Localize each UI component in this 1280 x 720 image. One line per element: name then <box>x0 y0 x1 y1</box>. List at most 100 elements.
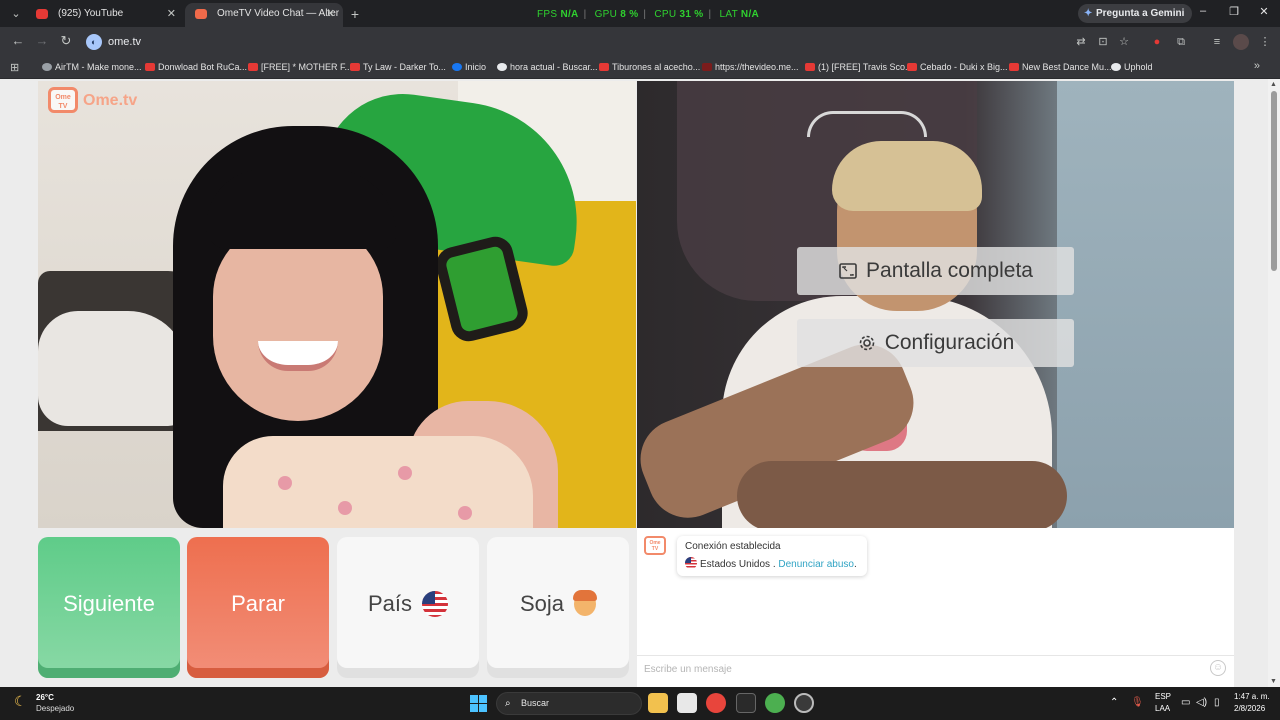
app-icon[interactable] <box>736 693 756 713</box>
performance-overlay: FPS N/A | GPU 8 % | CPU 31 % | LAT N/A <box>537 9 760 20</box>
bookmark-item[interactable]: Donwload Bot RuCa... <box>145 62 247 72</box>
youtube-icon <box>248 63 258 71</box>
show-hidden-icons-chevron-icon[interactable]: ⌃ <box>1110 697 1118 708</box>
bookmark-item[interactable]: Ty Law - Darker To... <box>350 62 446 72</box>
tv-logo-icon: Ome TV <box>48 87 78 113</box>
bookmark-item[interactable]: [FREE] * MOTHER F... <box>248 62 352 72</box>
search-icon: ⌕ <box>505 698 511 709</box>
bookmark-item[interactable]: Uphold <box>1111 62 1153 72</box>
cpu-label: CPU <box>654 9 677 20</box>
page-scrollbar[interactable]: ▲ ▼ <box>1268 79 1280 687</box>
bookmark-item[interactable]: Tiburones al acecho... <box>599 62 700 72</box>
gpu-label: GPU <box>594 9 618 20</box>
settings-label: Configuración <box>884 331 1015 354</box>
volume-icon[interactable]: ◁) <box>1196 697 1207 708</box>
message-input[interactable]: Escribe un mensaje <box>637 655 1234 687</box>
stop-button[interactable]: Parar <box>187 537 329 678</box>
bookmark-item[interactable]: AirTM - Make mone... <box>42 62 142 72</box>
country-label: País <box>367 590 413 616</box>
keyboard-layout[interactable]: LAA <box>1155 704 1170 713</box>
google-icon <box>497 63 507 71</box>
youtube-icon <box>805 63 815 71</box>
next-button[interactable]: Siguiente <box>38 537 180 678</box>
bookmarks-bar: ⊞ AirTM - Make mone... Donwload Bot RuCa… <box>0 57 1280 79</box>
settings-app-icon[interactable] <box>794 693 814 713</box>
us-flag-icon <box>685 557 697 569</box>
uphold-icon <box>1111 63 1121 71</box>
taskbar-search[interactable]: ⌕ Buscar <box>496 692 642 715</box>
youtube-icon <box>145 63 155 71</box>
close-tab-icon[interactable]: ✕ <box>326 3 335 25</box>
moon-weather-icon[interactable]: ☾ <box>14 693 27 710</box>
bookmark-item[interactable]: (1) [FREE] Travis Sco... <box>805 62 913 72</box>
scroll-down-icon[interactable]: ▼ <box>1270 678 1277 685</box>
gender-label: Soja <box>519 590 565 616</box>
forward-arrow-icon[interactable]: → <box>33 33 51 48</box>
scrollbar-thumb[interactable] <box>1271 91 1277 271</box>
media-queue-icon[interactable]: ≡ <box>1209 34 1225 50</box>
apps-grid-icon[interactable]: ⊞ <box>10 61 19 74</box>
bookmark-item[interactable]: Inicio <box>452 62 486 72</box>
bookmark-item[interactable]: Cebado - Duki x Big... <box>907 62 1008 72</box>
bookmark-favicon-icon <box>42 63 52 71</box>
translate-icon[interactable]: ⇄ <box>1073 34 1089 50</box>
tab-search-chevron-icon[interactable]: ⌄ <box>5 4 27 24</box>
file-explorer-icon[interactable] <box>648 693 668 713</box>
lat-label: LAT <box>719 9 738 20</box>
local-video-feed <box>38 81 636 528</box>
site-info-icon[interactable]: ◐ <box>86 34 102 50</box>
extension-icon[interactable]: ● <box>1149 34 1165 50</box>
extensions-puzzle-icon[interactable]: ⧉ <box>1173 34 1189 50</box>
tab-youtube[interactable]: (925) YouTube ✕ <box>26 3 184 27</box>
profile-avatar[interactable] <box>1233 34 1249 50</box>
tab-ometv[interactable]: OmeTV Video Chat — Alter ✕ <box>185 3 343 27</box>
battery-icon[interactable]: ▯ <box>1214 697 1220 708</box>
ometv-page: Ome TV Ome.tv Pantalla completa Configur… <box>0 79 1280 687</box>
fps-label: FPS <box>537 9 558 20</box>
lat-value: N/A <box>740 9 760 20</box>
ask-gemini-button[interactable]: ✦ Pregunta a Gemini <box>1078 4 1193 23</box>
chat-app-icon[interactable] <box>765 693 785 713</box>
close-tab-icon[interactable]: ✕ <box>167 3 176 25</box>
country-filter-button[interactable]: País <box>337 537 479 678</box>
windows-start-icon[interactable] <box>470 695 487 712</box>
system-message: Conexión establecida Estados Unidos . De… <box>677 536 867 576</box>
install-app-icon[interactable]: ⊡ <box>1095 34 1111 50</box>
clock-date[interactable]: 2/8/2026 <box>1234 704 1265 713</box>
more-bookmarks-icon[interactable]: » <box>1254 60 1260 72</box>
gender-filter-button[interactable]: Soja <box>487 537 629 678</box>
minimize-icon[interactable]: – <box>1194 5 1212 17</box>
network-icon[interactable]: ▭ <box>1181 697 1190 708</box>
bookmark-star-icon[interactable]: ☆ <box>1116 34 1132 50</box>
fullscreen-label: Pantalla completa <box>866 259 1033 282</box>
logo-text: Ome.tv <box>83 92 138 109</box>
gear-icon <box>859 335 875 351</box>
connection-status: Conexión establecida <box>685 541 781 552</box>
close-window-icon[interactable]: ✕ <box>1255 5 1273 18</box>
input-language[interactable]: ESP <box>1155 692 1171 701</box>
facebook-icon <box>452 63 462 71</box>
settings-button[interactable]: Configuración <box>797 319 1074 367</box>
bookmark-favicon-icon <box>702 63 712 71</box>
report-abuse-link[interactable]: Denunciar abuso <box>778 559 854 570</box>
microphone-icon[interactable]: 🎙 <box>1131 697 1144 708</box>
chrome-icon[interactable] <box>706 693 726 713</box>
maximize-icon[interactable]: ❐ <box>1225 5 1243 18</box>
cpu-value: 31 % <box>679 9 704 20</box>
address-bar[interactable]: ome.tv <box>108 36 141 48</box>
bookmark-item[interactable]: New Best Dance Mu... <box>1009 62 1112 72</box>
store-icon[interactable] <box>677 693 697 713</box>
bookmark-item[interactable]: https://thevideo.me... <box>702 62 799 72</box>
emoji-icon[interactable]: ☺ <box>1210 660 1226 676</box>
reload-icon[interactable]: ↻ <box>57 33 75 49</box>
weather-description[interactable]: Despejado <box>36 704 74 713</box>
clock-time[interactable]: 1:47 a. m. <box>1234 692 1270 701</box>
new-tab-button[interactable]: + <box>344 4 366 24</box>
back-arrow-icon[interactable]: ← <box>9 33 27 48</box>
menu-kebab-icon[interactable]: ⋮ <box>1257 34 1273 50</box>
weather-temperature[interactable]: 26°C <box>36 693 54 702</box>
fullscreen-button[interactable]: Pantalla completa <box>797 247 1074 295</box>
scroll-up-icon[interactable]: ▲ <box>1270 81 1277 88</box>
gpu-value: 8 % <box>620 9 639 20</box>
bookmark-item[interactable]: hora actual - Buscar... <box>497 62 598 72</box>
